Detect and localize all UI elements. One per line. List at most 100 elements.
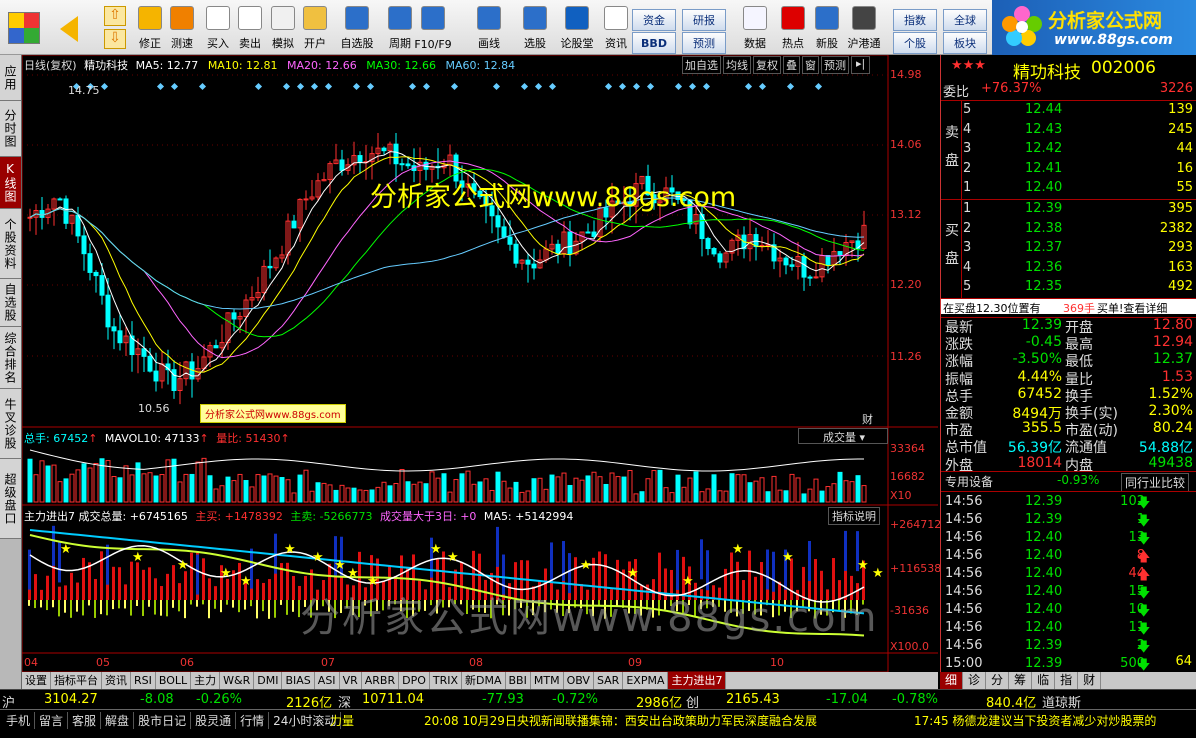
- sidebar-tab-1[interactable]: 分时图: [0, 101, 21, 157]
- back-arrow-icon[interactable]: [60, 16, 78, 42]
- news-headline-2[interactable]: 17:45 杨德龙建议当下投资者减少对炒股票的: [914, 712, 1156, 729]
- sell-level-row[interactable]: 5 12.44 139: [941, 102, 1196, 120]
- quote-tab[interactable]: 分: [986, 672, 1010, 689]
- notice-detail-link[interactable]: 买单!查看详细: [1097, 300, 1167, 316]
- 新股-button[interactable]: 新股: [807, 2, 847, 53]
- quote-tab[interactable]: 临: [1032, 672, 1056, 689]
- indicator-tab[interactable]: 主力进出7: [668, 672, 727, 689]
- 选股-button[interactable]: 选股: [515, 2, 555, 53]
- buy-level-row[interactable]: 2 12.38 2382: [941, 221, 1196, 239]
- indicator-tab[interactable]: EXPMA: [623, 672, 669, 689]
- indicator-tab[interactable]: ARBR: [362, 672, 400, 689]
- indicator-tab[interactable]: MTM: [531, 672, 564, 689]
- index-button[interactable]: 指数: [893, 9, 937, 31]
- ma-button[interactable]: 均线: [723, 56, 751, 74]
- app-logo-icon[interactable]: [8, 12, 40, 44]
- buy-level-row[interactable]: 4 12.36 163: [941, 260, 1196, 278]
- indicator-tab[interactable]: ASI: [315, 672, 340, 689]
- sell-level-row[interactable]: 2 12.41 16: [941, 161, 1196, 179]
- kline-chart-area[interactable]: ★ ★ ★ ★ ★ ★ ★ ★ ★ ★ ★ ★ ★ ★ ★ ★ ★ ★ ★ 日线(复权) 精功科技 MA5: 12.…: [22, 55, 941, 672]
- sell-level-row[interactable]: 4 12.43 245: [941, 122, 1196, 140]
- overlay-button[interactable]: 叠: [783, 56, 800, 74]
- 沪港通-button[interactable]: 沪港通: [844, 2, 884, 53]
- 论股堂-button[interactable]: 论股堂: [557, 2, 597, 53]
- indicator-tab[interactable]: 新DMA: [462, 672, 506, 689]
- indicator-tab[interactable]: BOLL: [156, 672, 192, 689]
- bbd-button[interactable]: BBD: [632, 32, 676, 54]
- sector-compare-button[interactable]: 同行业比较: [1121, 473, 1190, 492]
- notice-row[interactable]: 在买盘12.30位置有 369手 买单!查看详细: [941, 299, 1196, 316]
- status-item[interactable]: 解盘: [101, 712, 135, 729]
- window-button[interactable]: 窗: [802, 56, 819, 74]
- F10/F9-button[interactable]: F10/F9: [413, 2, 453, 53]
- sector-name[interactable]: 专用设备: [945, 473, 993, 490]
- status-item[interactable]: 股灵通: [191, 712, 237, 729]
- period-label[interactable]: 日线(复权): [24, 59, 77, 72]
- page-down-icon[interactable]: ⇩: [104, 29, 126, 49]
- fund-button[interactable]: 资金: [632, 9, 676, 31]
- sector-button[interactable]: 板块: [943, 32, 987, 54]
- star-signal-icon: ★: [60, 542, 72, 557]
- indicator-help-button[interactable]: 指标说明: [828, 507, 880, 525]
- indicator-tab[interactable]: DPO: [399, 672, 430, 689]
- quote-tab[interactable]: 指: [1055, 672, 1079, 689]
- single-stock-button[interactable]: 个股: [893, 32, 937, 54]
- volume-bar: [117, 477, 123, 503]
- buy-level-row[interactable]: 1 12.39 395: [941, 201, 1196, 219]
- sidebar-tab-5[interactable]: 综合排名: [0, 327, 21, 389]
- quote-tab[interactable]: 筹: [1009, 672, 1033, 689]
- 画线-button[interactable]: 画线: [469, 2, 509, 53]
- buy-level-row[interactable]: 3 12.37 293: [941, 240, 1196, 258]
- status-item[interactable]: 股市日记: [134, 712, 192, 729]
- status-item[interactable]: 客服: [68, 712, 102, 729]
- candle-body: [213, 345, 219, 349]
- candle-body: [99, 275, 105, 296]
- global-button[interactable]: 全球: [943, 9, 987, 31]
- quote-tab[interactable]: 财: [1078, 672, 1102, 689]
- adjust-button[interactable]: 复权: [753, 56, 781, 74]
- event-diamond-icon: [408, 82, 417, 91]
- indicator-tab[interactable]: RSI: [131, 672, 156, 689]
- 资讯-button[interactable]: 资讯: [596, 2, 636, 53]
- forecast-button[interactable]: 预测: [682, 32, 726, 54]
- status-item[interactable]: 手机: [2, 712, 36, 729]
- sidebar-tab-4[interactable]: 自选股: [0, 279, 21, 327]
- expand-icon[interactable]: ▸|: [851, 56, 871, 74]
- indicator-tab[interactable]: VR: [340, 672, 362, 689]
- sidebar-tab-2[interactable]: K线图: [0, 157, 21, 209]
- star-signal-icon: ★: [872, 566, 884, 581]
- indicator-tab[interactable]: OBV: [564, 672, 594, 689]
- news-headline-1[interactable]: 20:08 10月29日央视新闻联播集锦：西安出台政策助力军民深度融合发展: [424, 712, 817, 729]
- indicator-tab[interactable]: DMI: [254, 672, 283, 689]
- status-item[interactable]: 留言: [35, 712, 69, 729]
- add-watchlist-button[interactable]: 加自选: [682, 56, 721, 74]
- sidebar-tab-7[interactable]: 超级盘口: [0, 459, 21, 539]
- indicator-tab[interactable]: 资讯: [102, 672, 131, 689]
- quote-tab[interactable]: 细: [940, 672, 964, 689]
- indicator-tab[interactable]: 设置: [22, 672, 51, 689]
- forecast-chart-button[interactable]: 预测: [821, 56, 849, 74]
- volume-select[interactable]: 成交量 ▾: [798, 428, 888, 444]
- ind-buy-bar: [142, 569, 145, 600]
- indicator-tab[interactable]: 指标平台: [51, 672, 102, 689]
- page-up-icon[interactable]: ⇧: [104, 6, 126, 26]
- status-item[interactable]: 行情: [236, 712, 270, 729]
- indicator-tab[interactable]: BBI: [506, 672, 531, 689]
- buy-level-row[interactable]: 5 12.35 492: [941, 279, 1196, 297]
- research-button[interactable]: 研报: [682, 9, 726, 31]
- 开户-button[interactable]: 开户: [295, 2, 335, 53]
- sell-level-row[interactable]: 3 12.42 44: [941, 141, 1196, 159]
- indicator-tab[interactable]: SAR: [594, 672, 624, 689]
- sidebar-tab-6[interactable]: 牛叉诊股: [0, 389, 21, 459]
- sidebar-tab-3[interactable]: 个股资料: [0, 209, 21, 279]
- quote-tab[interactable]: 诊: [963, 672, 987, 689]
- indicator-tab[interactable]: TRIX: [430, 672, 463, 689]
- indicator-tab[interactable]: W&R: [220, 672, 255, 689]
- indicator-tab[interactable]: 主力: [191, 672, 221, 689]
- 自选股-button[interactable]: 自选股: [337, 2, 377, 53]
- sidebar-tab-0[interactable]: 应用: [0, 55, 21, 101]
- indicator-tab[interactable]: BIAS: [282, 672, 315, 689]
- 测速-button[interactable]: 测速: [162, 2, 202, 53]
- 数据-button[interactable]: 数据: [735, 2, 775, 53]
- sell-level-row[interactable]: 1 12.40 55: [941, 180, 1196, 198]
